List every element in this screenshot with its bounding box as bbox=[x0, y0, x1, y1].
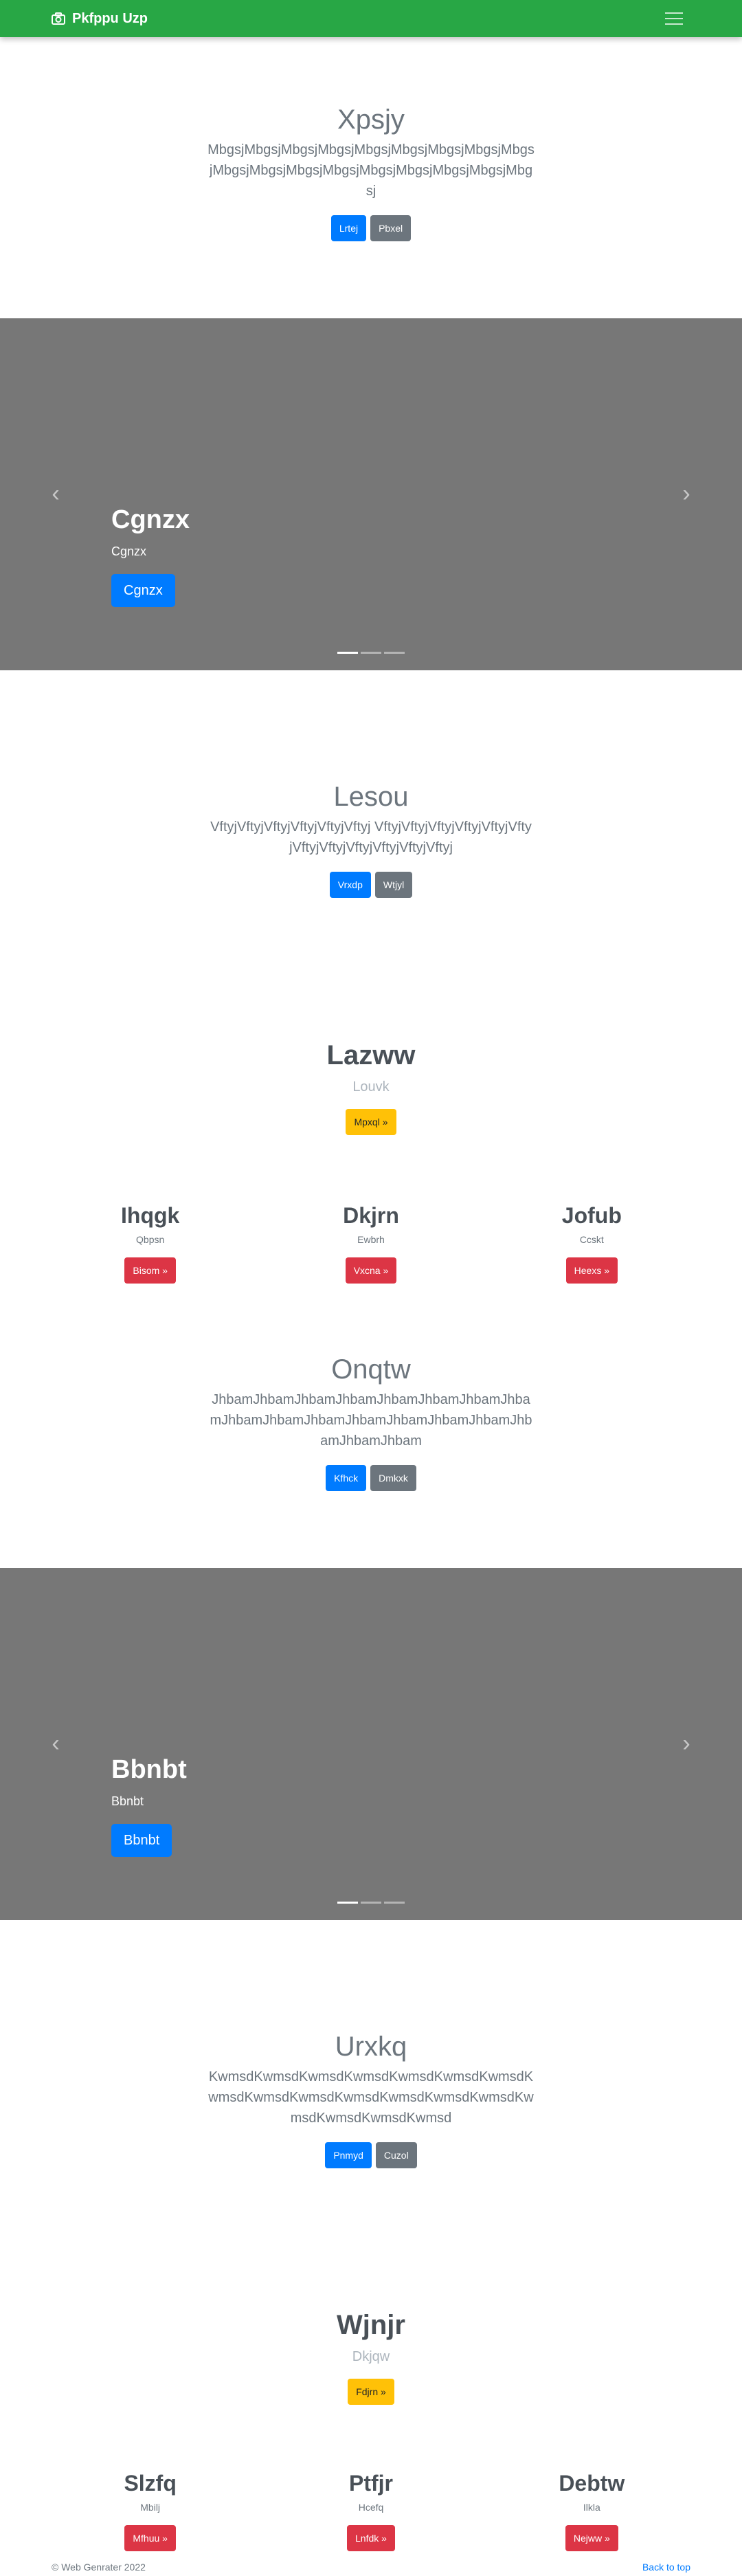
feature-text: Ccskt bbox=[579, 1234, 604, 1245]
feature-title: Ptfjr bbox=[348, 2471, 393, 2496]
carousel-indicators bbox=[0, 652, 742, 654]
feature-column: Jofub Ccskt Heexs » bbox=[482, 1203, 702, 1284]
camera-icon bbox=[52, 12, 65, 25]
hero-title: Xpsjy bbox=[337, 104, 405, 135]
brand-text: Pkfppu Uzp bbox=[72, 10, 148, 26]
marketing-subtitle: Dkjqw bbox=[352, 2349, 390, 2364]
hamburger-icon bbox=[665, 12, 683, 14]
chevron-right-icon[interactable]: › bbox=[676, 1732, 697, 1755]
hero-section-2: Lesou VftyjVftyjVftyjVftyjVftyjVftyj Vft… bbox=[0, 782, 742, 898]
feature-text: Mbilj bbox=[140, 2502, 161, 2513]
hero-secondary-button[interactable]: Pbxel bbox=[370, 215, 412, 241]
carousel-indicators bbox=[0, 1902, 742, 1904]
marketing-buttons: Mpxql » bbox=[0, 1109, 742, 1135]
feature-columns-1: Ihqgk Qbpsn Bisom » Dkjrn Ewbrh Vxcna » … bbox=[0, 1203, 742, 1284]
hero-primary-button[interactable]: Pnmyd bbox=[325, 2142, 372, 2168]
marketing-title: Wjnjr bbox=[337, 2310, 405, 2340]
carousel-indicator-2[interactable] bbox=[361, 652, 381, 654]
feature-button[interactable]: Vxcna » bbox=[345, 1257, 397, 1284]
hero-section-3: Onqtw JhbamJhbamJhbamJhbamJhbamJhbamJhba… bbox=[0, 1354, 742, 1491]
feature-title: Jofub bbox=[561, 1203, 622, 1228]
feature-button[interactable]: Nejww » bbox=[565, 2525, 618, 2551]
carousel-title: Cgnzx bbox=[111, 505, 190, 534]
marketing-section-1: Lazww Louvk Mpxql » bbox=[0, 1040, 742, 1135]
carousel-indicator-1[interactable] bbox=[337, 1902, 358, 1904]
feature-text: Qbpsn bbox=[136, 1234, 165, 1245]
marketing-section-2: Wjnjr Dkjqw Fdjrn » bbox=[0, 2310, 742, 2405]
feature-title: Dkjrn bbox=[343, 1203, 399, 1228]
carousel-caption: Cgnzx Cgnzx Cgnzx bbox=[111, 505, 190, 607]
carousel-1: ‹ › Cgnzx Cgnzx Cgnzx bbox=[0, 318, 742, 670]
carousel-button[interactable]: Bbnbt bbox=[111, 1824, 172, 1857]
feature-text: Ilkla bbox=[583, 2502, 600, 2513]
footer: © Web Genrater 2022 Back to top bbox=[0, 2557, 742, 2576]
hero-secondary-button[interactable]: Cuzol bbox=[375, 2142, 417, 2168]
feature-column: Ptfjr Hcefq Lnfdk » bbox=[260, 2471, 481, 2551]
navbar: Pkfppu Uzp bbox=[0, 0, 742, 37]
feature-column: Dkjrn Ewbrh Vxcna » bbox=[260, 1203, 481, 1284]
chevron-left-icon[interactable]: ‹ bbox=[45, 1732, 66, 1755]
feature-columns-2: Slzfq Mbilj Mfhuu » Ptfjr Hcefq Lnfdk » … bbox=[0, 2471, 742, 2551]
marketing-title: Lazww bbox=[326, 1040, 416, 1070]
hero-lead: VftyjVftyjVftyjVftyjVftyjVftyj VftyjVfty… bbox=[210, 819, 532, 855]
marketing-button[interactable]: Fdjrn » bbox=[348, 2379, 394, 2405]
carousel-caption: Bbnbt Bbnbt Bbnbt bbox=[111, 1755, 187, 1857]
carousel-button[interactable]: Cgnzx bbox=[111, 574, 175, 607]
feature-button[interactable]: Lnfdk » bbox=[347, 2525, 395, 2551]
hero-section-4: Urxkq KwmsdKwmsdKwmsdKwmsdKwmsdKwmsdKwms… bbox=[0, 2032, 742, 2168]
hero-lead: KwmsdKwmsdKwmsdKwmsdKwmsdKwmsdKwmsdKwmsd… bbox=[208, 2069, 534, 2126]
hero-buttons: Pnmyd Cuzol bbox=[0, 2142, 742, 2168]
carousel-2: ‹ › Bbnbt Bbnbt Bbnbt bbox=[0, 1568, 742, 1920]
marketing-button[interactable]: Mpxql » bbox=[346, 1109, 396, 1135]
hero-secondary-button[interactable]: Dmkxk bbox=[370, 1465, 416, 1491]
hero-title: Urxkq bbox=[335, 2032, 407, 2062]
chevron-left-icon[interactable]: ‹ bbox=[45, 482, 66, 505]
hero-title: Lesou bbox=[333, 782, 409, 812]
chevron-right-icon[interactable]: › bbox=[676, 482, 697, 505]
carousel-indicator-1[interactable] bbox=[337, 652, 358, 654]
navbar-toggler[interactable] bbox=[657, 5, 690, 32]
hero-buttons: Lrtej Pbxel bbox=[0, 215, 742, 241]
feature-button[interactable]: Bisom » bbox=[124, 1257, 176, 1284]
feature-text: Hcefq bbox=[358, 2502, 384, 2513]
carousel-indicator-3[interactable] bbox=[384, 652, 405, 654]
marketing-buttons: Fdjrn » bbox=[0, 2379, 742, 2405]
carousel-indicator-2[interactable] bbox=[361, 1902, 381, 1904]
feature-column: Ihqgk Qbpsn Bisom » bbox=[40, 1203, 260, 1284]
hero-section-1: Xpsjy MbgsjMbgsjMbgsjMbgsjMbgsjMbgsjMbgs… bbox=[0, 104, 742, 241]
hero-primary-button[interactable]: Kfhck bbox=[326, 1465, 367, 1491]
hero-buttons: Kfhck Dmkxk bbox=[0, 1465, 742, 1491]
copyright-text: © Web Genrater 2022 bbox=[52, 2561, 146, 2573]
hero-lead: MbgsjMbgsjMbgsjMbgsjMbgsjMbgsjMbgsjMbgsj… bbox=[207, 142, 535, 199]
feature-column: Debtw Ilkla Nejww » bbox=[482, 2471, 702, 2551]
feature-text: Ewbrh bbox=[357, 1234, 385, 1245]
hero-primary-button[interactable]: Vrxdp bbox=[329, 872, 371, 898]
feature-button[interactable]: Heexs » bbox=[565, 1257, 618, 1284]
carousel-indicator-3[interactable] bbox=[384, 1902, 405, 1904]
feature-title: Slzfq bbox=[124, 2471, 177, 2496]
hero-lead: JhbamJhbamJhbamJhbamJhbamJhbamJhbamJhbam… bbox=[210, 1392, 532, 1449]
hero-primary-button[interactable]: Lrtej bbox=[330, 215, 367, 241]
back-to-top-link[interactable]: Back to top bbox=[642, 2562, 690, 2573]
carousel-subtitle: Cgnzx bbox=[111, 544, 147, 558]
marketing-subtitle: Louvk bbox=[352, 1079, 390, 1094]
feature-button[interactable]: Mfhuu » bbox=[124, 2525, 176, 2551]
feature-column: Slzfq Mbilj Mfhuu » bbox=[40, 2471, 260, 2551]
carousel-title: Bbnbt bbox=[111, 1755, 187, 1784]
feature-title: Debtw bbox=[559, 2471, 625, 2496]
hero-secondary-button[interactable]: Wtjyl bbox=[374, 872, 413, 898]
hero-title: Onqtw bbox=[331, 1354, 411, 1385]
carousel-subtitle: Bbnbt bbox=[111, 1794, 144, 1808]
feature-title: Ihqgk bbox=[121, 1203, 180, 1228]
brand-link[interactable]: Pkfppu Uzp bbox=[52, 11, 148, 27]
hero-buttons: Vrxdp Wtjyl bbox=[0, 872, 742, 898]
